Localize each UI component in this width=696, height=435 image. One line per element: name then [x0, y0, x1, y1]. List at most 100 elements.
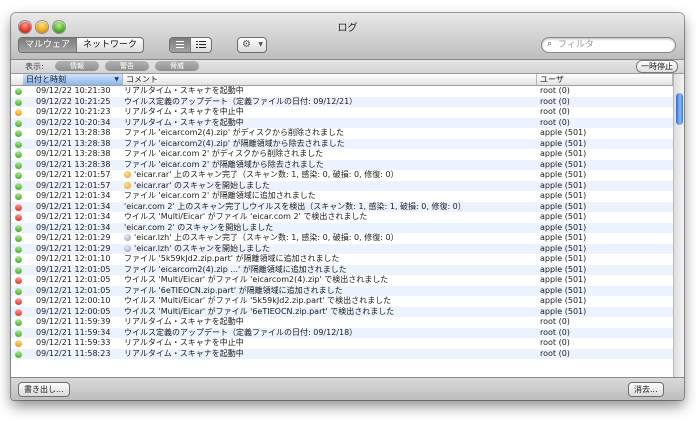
status-green-icon [15, 140, 22, 148]
table-row[interactable]: 09/12/21 12:01:34 'eicar.com 2' のスキャンを開始し… [11, 222, 673, 233]
status-green-icon [15, 88, 22, 95]
row-comment-text: ウイルス定義のアップデート（定義ファイルの日付: 09/12/18） [124, 327, 358, 337]
status-green-icon [15, 172, 22, 179]
table-row[interactable]: 09/12/21 11:58:23 リアルタイム・スキャナを起動中 root (0) [11, 348, 673, 359]
table-row[interactable]: 09/12/21 12:01:29 'eicar.lzh' のスキャンを開始しまし… [11, 243, 673, 255]
search-input[interactable] [558, 39, 668, 50]
table-row[interactable]: 09/12/22 10:21:25 ウイルス定義のアップデート（定義ファイルの日付… [11, 96, 673, 107]
detail-view-button[interactable] [191, 38, 211, 52]
row-user: root (0) [540, 96, 570, 106]
row-date: 09/12/21 12:01:05 [36, 264, 111, 274]
row-comment-text: ファイル 'eicarcom2(4).zip' が隔離領域から除去されました [124, 138, 345, 148]
column-header-comment[interactable]: コメント [123, 74, 537, 85]
chevron-down-icon: ▼ [258, 41, 263, 48]
row-user: root (0) [540, 117, 570, 127]
pause-button[interactable]: 一時停止 [636, 60, 678, 73]
view-mode-toggle [169, 37, 212, 53]
table-row[interactable]: 09/12/21 11:59:33 リアルタイム・スキャナを中止中 root (0) [11, 338, 673, 349]
row-comment-text: ウイルス 'Multi/Eicar' がファイル 'eicarcom2(4).z… [124, 275, 389, 284]
row-comment-text: 'eicar.rar' のスキャンを開始しました [134, 180, 270, 190]
filter-search: ⌕ [541, 37, 676, 53]
row-comment-text: ウイルス 'Multi/Eicar' がファイル '6eTIEOCN.zip.p… [124, 306, 395, 316]
table-row[interactable]: 09/12/21 11:59:34 ウイルス定義のアップデート（定義ファイルの日付… [11, 327, 673, 339]
row-comment: ファイル 'eicar.com 2' がディスクから削除されました [124, 149, 534, 160]
row-comment: ウイルス 'Multi/Eicar' がファイル '5k59kJd2.zip.p… [124, 296, 534, 307]
status-green-icon [15, 193, 22, 200]
row-user: apple (501) [540, 296, 587, 305]
scrollbar-thumb[interactable] [676, 93, 683, 125]
row-date: 09/12/22 10:20:34 [36, 117, 111, 127]
table-row[interactable]: 09/12/21 13:28:38 ファイル 'eicarcom2(4).zip'… [11, 138, 673, 149]
clear-button[interactable]: 消去... [628, 382, 664, 397]
row-user: apple (501) [540, 254, 587, 263]
row-comment: ファイル 'eicar.com 2' が隔離領域から除去されました [124, 160, 534, 171]
table-row[interactable]: 09/12/21 11:59:39 リアルタイム・スキャナを起動中 root (0) [11, 317, 673, 328]
row-comment-text: 'eicar.rar' 上のスキャン完了（スキャン数: 1, 感染: 0, 破損… [134, 170, 399, 179]
filter-info-button[interactable]: 情報 [55, 61, 99, 71]
row-user: apple (501) [540, 201, 587, 211]
tab-network[interactable]: ネットワーク [77, 38, 143, 52]
row-date: 09/12/21 12:00:05 [36, 306, 111, 316]
row-comment-text: リアルタイム・スキャナを起動中 [124, 117, 244, 127]
row-date: 09/12/21 12:01:29 [36, 233, 111, 242]
row-date: 09/12/21 12:01:57 [36, 170, 111, 179]
status-green-icon [15, 182, 22, 190]
filter-warning-button[interactable]: 警告 [105, 61, 149, 71]
table-row[interactable]: 09/12/21 13:28:38 ファイル 'eicarcom2(4).zip'… [11, 128, 673, 139]
table-row[interactable]: 09/12/21 12:01:10 ファイル '5k59kJd2.zip.part… [11, 254, 673, 265]
status-green-icon [15, 350, 22, 358]
list-view-button[interactable] [170, 38, 191, 52]
status-green-icon [15, 266, 22, 274]
row-date: 09/12/21 12:01:34 [36, 212, 111, 221]
filter-bar: 表示: 情報 警告 脅威 一時停止 [11, 60, 684, 74]
row-date: 09/12/21 13:28:38 [36, 128, 111, 137]
row-comment: 'eicar.rar' 上のスキャン完了（スキャン数: 1, 感染: 0, 破損… [124, 170, 534, 181]
row-comment-text: ウイルス 'Multi/Eicar' がファイル 'eicar.com 2' で… [124, 212, 368, 221]
table-row[interactable]: 09/12/21 12:01:34 ファイル 'eicar.com 2' が隔離領… [11, 191, 673, 202]
table-row[interactable]: 09/12/21 12:01:29 'eicar.lzh' 上のスキャン完了（スキ… [11, 233, 673, 244]
table-row[interactable]: 09/12/22 10:21:23 リアルタイム・スキャナを中止中 root (0) [11, 107, 673, 118]
row-comment-text: ファイル 'eicar.com 2' が隔離領域に追加されました [124, 191, 316, 200]
column-header-date[interactable]: 日付と時刻 ▼ [23, 74, 123, 85]
row-user: root (0) [540, 348, 570, 358]
row-comment-text: リアルタイム・スキャナを中止中 [124, 107, 244, 116]
row-comment: 'eicar.lzh' のスキャンを開始しました [124, 244, 534, 255]
action-menu-button[interactable]: ⚙ ▼ [237, 37, 267, 53]
table-row[interactable]: 09/12/21 13:28:38 ファイル 'eicar.com 2' が隔離領… [11, 159, 673, 171]
table-row[interactable]: 09/12/21 12:01:34 ウイルス 'Multi/Eicar' がファイ… [11, 212, 673, 223]
table-row[interactable]: 09/12/21 12:01:57 'eicar.rar' 上のスキャン完了（スキ… [11, 170, 673, 181]
row-comment: ウイルス 'Multi/Eicar' がファイル 'eicarcom2(4).z… [124, 275, 534, 286]
row-comment-text: リアルタイム・スキャナを起動中 [124, 317, 244, 326]
row-comment-text: ファイル 'eicarcom2(4).zip' がディスクから削除されました [124, 128, 345, 137]
table-row[interactable]: 09/12/21 12:01:05 ウイルス 'Multi/Eicar' がファイ… [11, 275, 673, 286]
row-comment: ファイル 'eicar.com 2' が隔離領域に追加されました [124, 191, 534, 202]
row-comment: リアルタイム・スキャナを起動中 [124, 317, 534, 328]
vertical-scrollbar[interactable] [673, 74, 684, 377]
row-comment: ファイル 'eicarcom2(4).zip ...' が隔離領域に追加されまし… [124, 265, 534, 276]
row-comment: リアルタイム・スキャナを起動中 [124, 118, 534, 129]
row-date: 09/12/21 13:28:38 [36, 138, 111, 148]
row-comment: ウイルス定義のアップデート（定義ファイルの日付: 09/12/18） [124, 328, 534, 339]
table-row[interactable]: 09/12/22 10:21:30 リアルタイム・スキャナを起動中 root (0) [11, 86, 673, 97]
row-comment-text: 'eicar.lzh' のスキャンを開始しました [134, 243, 270, 253]
show-label: 表示: [25, 62, 44, 71]
table-row[interactable]: 09/12/21 12:01:05 ファイル 'eicarcom2(4).zip … [11, 264, 673, 276]
row-comment: リアルタイム・スキャナを中止中 [124, 107, 534, 118]
table-row[interactable]: 09/12/21 12:00:05 ウイルス 'Multi/Eicar' がファイ… [11, 306, 673, 317]
row-comment: 'eicar.com 2' 上のスキャン完了しウイルスを検出（スキャン数: 1,… [124, 202, 534, 213]
table-row[interactable]: 09/12/21 12:00:10 ウイルス 'Multi/Eicar' がファイ… [11, 296, 673, 307]
table-row[interactable]: 09/12/21 13:28:38 ファイル 'eicar.com 2' がディス… [11, 149, 673, 160]
row-date: 09/12/21 12:01:05 [36, 285, 111, 295]
tab-malware[interactable]: マルウェア [19, 38, 78, 52]
table-row[interactable]: 09/12/22 10:20:34 リアルタイム・スキャナを起動中 root (0) [11, 117, 673, 129]
status-green-icon [15, 151, 22, 158]
row-user: apple (501) [540, 275, 587, 284]
table-row[interactable]: 09/12/21 12:01:34 'eicar.com 2' 上のスキャン完了し… [11, 201, 673, 213]
filter-threat-button[interactable]: 脅威 [155, 61, 199, 71]
table-row[interactable]: 09/12/21 12:01:57 'eicar.rar' のスキャンを開始しまし… [11, 180, 673, 191]
table-row[interactable]: 09/12/21 12:01:05 ファイル '6eTIEOCN.zip.part… [11, 285, 673, 296]
column-header-user[interactable]: ユーザ [537, 74, 673, 85]
row-user: apple (501) [540, 212, 587, 221]
export-button[interactable]: 書き出し... [18, 382, 70, 397]
row-comment: ファイル '5k59kJd2.zip.part' が隔離領域に追加されました [124, 254, 534, 265]
